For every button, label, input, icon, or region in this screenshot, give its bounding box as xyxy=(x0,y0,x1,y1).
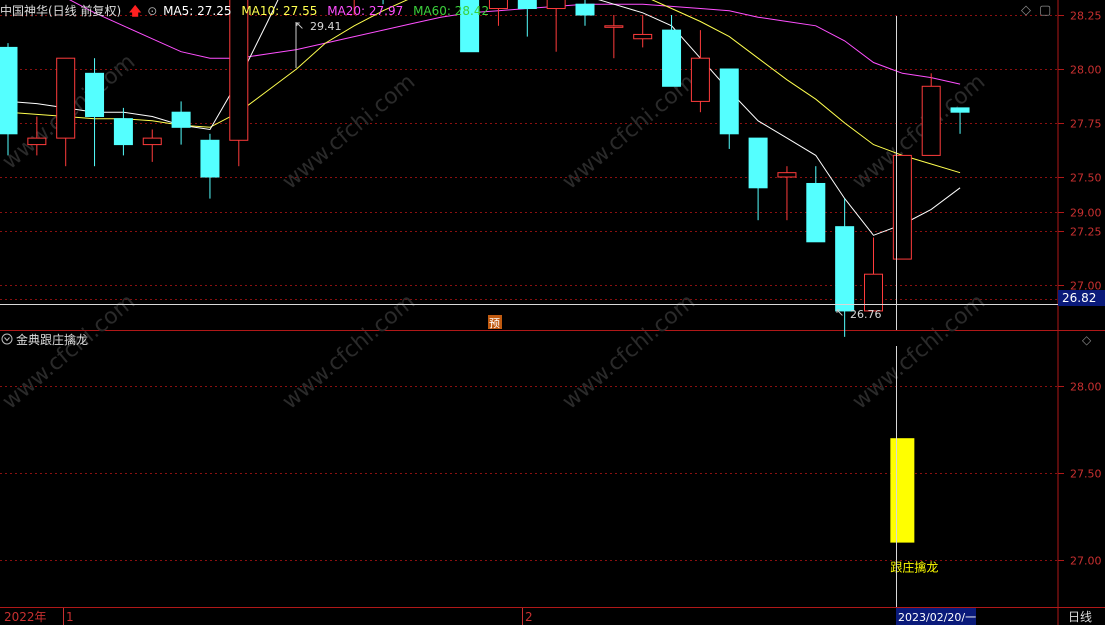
candle-body-down xyxy=(517,0,537,10)
candle-body-down xyxy=(0,46,18,135)
candle-body-up xyxy=(604,25,624,28)
candlestick xyxy=(604,15,624,59)
indicator-y-axis: 27.0027.5028.0028.5029.00 xyxy=(1058,207,1102,568)
indicator-collapse-icon[interactable] xyxy=(1,333,13,345)
candle-body-up xyxy=(546,0,566,10)
candle-body-down xyxy=(835,226,855,312)
candle-body-up xyxy=(142,137,162,146)
ma20-label: MA20: 27.97 xyxy=(327,4,404,18)
candle-body-down xyxy=(85,72,105,118)
candlestick xyxy=(546,0,566,52)
candlestick xyxy=(0,43,18,156)
candle-body-up xyxy=(777,172,797,178)
candlestick xyxy=(113,107,133,156)
price-tag-value: 26.82 xyxy=(1062,291,1096,305)
low-marker-arrow: ↖ xyxy=(835,306,844,319)
candlestick xyxy=(517,0,537,37)
window-icon[interactable]: ▢ xyxy=(1039,3,1051,18)
ma60-label: MA60: 28.42 xyxy=(413,4,490,18)
watermark-text: www.cfchi.com xyxy=(278,289,420,414)
candle-body-down xyxy=(113,118,133,146)
candle-body-up xyxy=(56,57,76,139)
candlestick xyxy=(719,68,739,149)
candle-body-up xyxy=(27,137,47,146)
candle-body-down xyxy=(719,68,739,135)
candlesticks xyxy=(0,0,970,337)
signal-label: 跟庄擒龙 xyxy=(890,560,938,575)
candlestick xyxy=(575,0,595,26)
indicator-y-tick-label: 29.00 xyxy=(1070,207,1102,220)
candlestick xyxy=(921,73,941,156)
timeline-month-2: 2 xyxy=(525,610,533,624)
candle-body-up xyxy=(921,85,941,156)
main-y-tick-label: 27.75 xyxy=(1070,118,1102,131)
watermark-text: www.cfchi.com xyxy=(558,69,700,194)
period-label[interactable]: 日线 xyxy=(1068,610,1092,624)
candle-body-down xyxy=(200,139,220,178)
candlestick xyxy=(950,107,970,134)
cursor-date: 2023/02/20/一 xyxy=(898,611,976,624)
candle-body-up xyxy=(488,0,508,10)
signal-bar xyxy=(890,438,915,543)
indicator-y-tick-label: 27.00 xyxy=(1070,555,1102,568)
candlestick xyxy=(85,58,105,167)
candlestick xyxy=(171,101,191,145)
candle-body-up xyxy=(864,273,883,312)
candlestick xyxy=(864,237,883,312)
main-y-tick-label: 27.25 xyxy=(1070,226,1102,239)
forecast-tag-label[interactable]: 预 xyxy=(489,317,500,330)
up-arrow-icon: 🡅 xyxy=(129,4,142,18)
indicator-y-tick-label: 27.50 xyxy=(1070,468,1102,481)
candlestick xyxy=(662,15,682,87)
indicator-title[interactable]: 金典跟庄擒龙 xyxy=(16,332,88,347)
candlestick xyxy=(229,0,249,167)
candlestick xyxy=(488,0,508,26)
candle-body-down xyxy=(806,182,826,243)
candlestick xyxy=(748,137,768,221)
candlestick xyxy=(633,15,653,48)
candlestick xyxy=(142,129,162,162)
chart-header: 中国神华(日线 前复权) 🡅 ⊙ MA5: 27.25 MA10: 27.55 … xyxy=(0,2,489,23)
indicator-chevron-down-icon[interactable] xyxy=(4,337,10,342)
settings-icon[interactable]: ◇ xyxy=(1021,3,1031,18)
candlestick xyxy=(690,30,710,113)
watermark-text: www.cfchi.com xyxy=(0,289,140,414)
signal-bar-group: 跟庄擒龙 xyxy=(890,438,938,575)
main-y-tick-label: 28.00 xyxy=(1070,64,1102,77)
candle-body-down xyxy=(575,3,595,16)
watermark-text: www.cfchi.com xyxy=(558,289,700,414)
candle-body-up xyxy=(690,57,710,102)
watermark-text: www.cfchi.com xyxy=(278,69,420,194)
timeline-month-1: 1 xyxy=(66,610,74,624)
ma10-label: MA10: 27.55 xyxy=(241,4,318,18)
indicator-y-tick-label: 28.00 xyxy=(1070,381,1102,394)
candle-body-down xyxy=(662,29,682,87)
stock-title[interactable]: 中国神华(日线 前复权) xyxy=(0,4,121,18)
ma5-label: MA5: 27.25 xyxy=(163,4,232,18)
main-y-axis: 27.0027.2527.5027.7528.0028.2528.5028.75… xyxy=(1058,10,1102,293)
stock-chart-canvas: 27.0027.2527.5027.7528.0028.2528.5028.75… xyxy=(0,0,1105,625)
main-y-tick-label: 28.25 xyxy=(1070,10,1102,23)
ma-toggle-icon[interactable]: ⊙ xyxy=(147,4,157,18)
candle-body-down xyxy=(748,137,768,189)
candle-body-down xyxy=(171,111,191,128)
ma10-line xyxy=(7,0,961,174)
candlestick xyxy=(56,57,76,167)
indicator-settings-icon[interactable]: ◇ xyxy=(1082,333,1092,347)
watermark-text: www.cfchi.com xyxy=(848,69,990,194)
main-y-tick-label: 27.50 xyxy=(1070,172,1102,185)
timeline-year: 2022年 xyxy=(4,610,47,624)
candle-body-up xyxy=(633,33,653,40)
candlestick xyxy=(200,133,220,199)
candle-body-down xyxy=(950,107,970,113)
candlestick xyxy=(806,166,826,243)
low-price-label: 26.76 xyxy=(850,308,882,321)
